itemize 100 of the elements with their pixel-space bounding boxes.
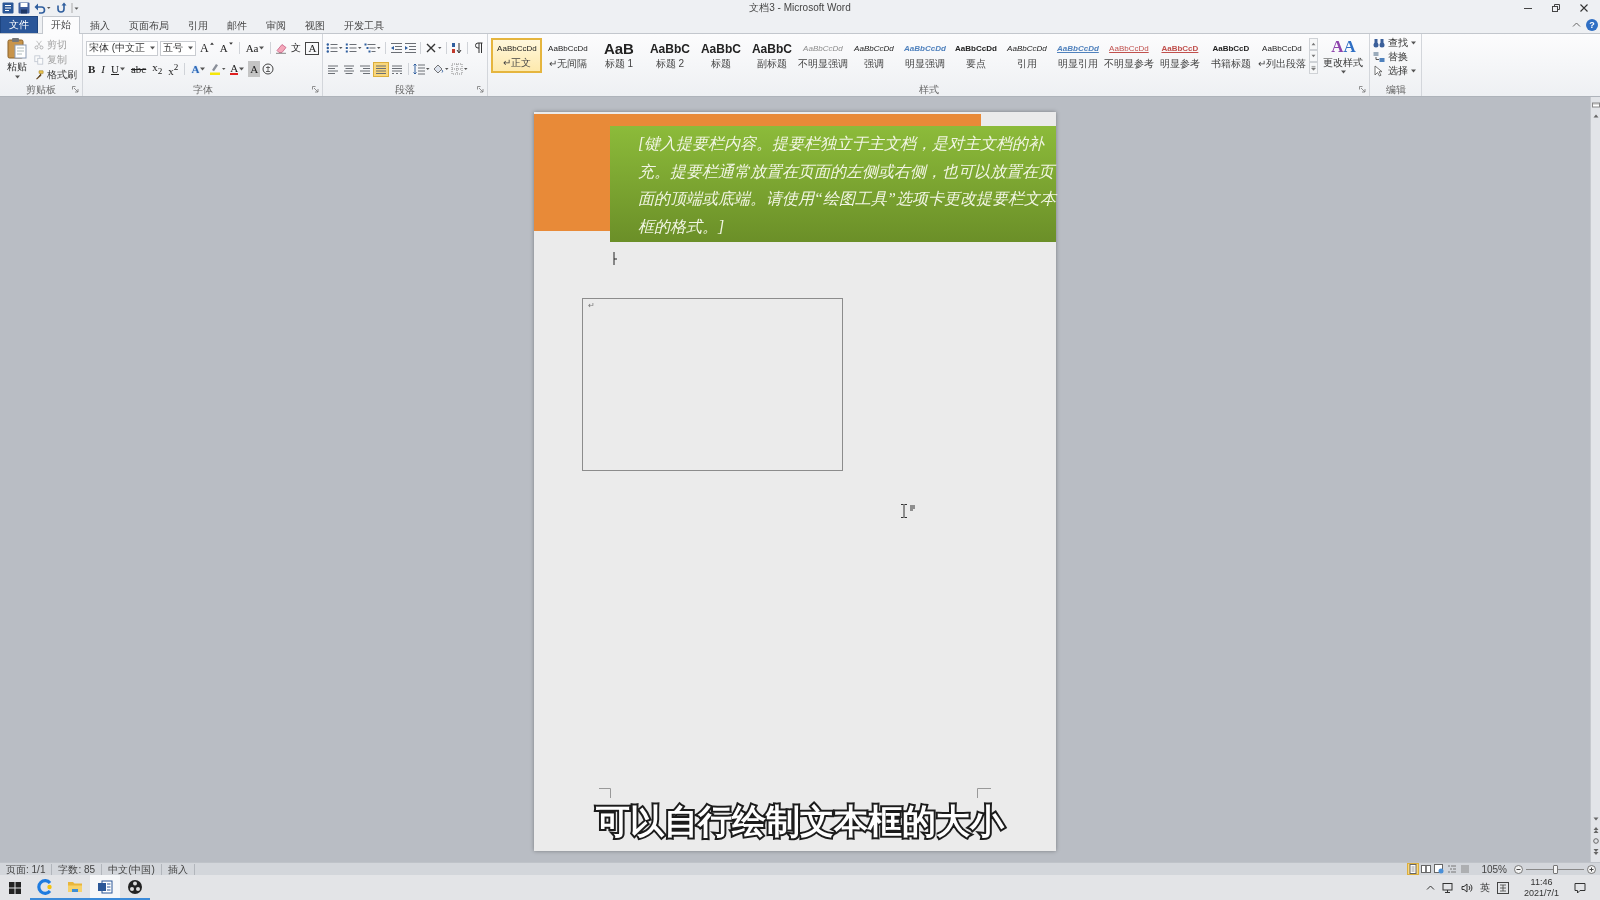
- line-spacing-icon[interactable]: [413, 63, 431, 75]
- file-tab[interactable]: 文件: [0, 16, 38, 33]
- scroll-up-icon[interactable]: [1309, 38, 1319, 50]
- vertical-scrollbar[interactable]: [1590, 97, 1600, 862]
- dialog-launcher-icon[interactable]: [72, 86, 79, 93]
- windows-start-icon[interactable]: [8, 880, 22, 895]
- replace-button[interactable]: 替换: [1373, 50, 1419, 64]
- underline-button[interactable]: U: [109, 61, 127, 77]
- dialog-launcher-icon[interactable]: [477, 86, 485, 93]
- customize-menu-icon[interactable]: [71, 2, 79, 14]
- font-name-field[interactable]: 宋体 (中文正: [86, 40, 158, 56]
- ribbon-tab[interactable]: 引用: [179, 17, 217, 33]
- highlighter-icon[interactable]: [209, 63, 227, 75]
- italic-button[interactable]: I: [99, 61, 107, 77]
- increase-indent-icon[interactable]: [404, 42, 417, 54]
- save-icon[interactable]: [18, 2, 30, 14]
- page-view-icon[interactable]: [1408, 864, 1419, 874]
- multilevel-list-icon[interactable]: [364, 42, 382, 54]
- align-right-icon[interactable]: [358, 62, 373, 76]
- ribbon-tab[interactable]: 审阅: [257, 17, 295, 33]
- subscript-button[interactable]: x$_{2}$: [150, 61, 165, 77]
- style-option[interactable]: AaBbCcDd 不明显参考: [1103, 38, 1155, 73]
- dialog-launcher-icon[interactable]: [312, 86, 320, 93]
- ribbon-tab[interactable]: 邮件: [218, 17, 256, 33]
- paint-bucket-icon[interactable]: [432, 63, 450, 75]
- chevron-up-icon[interactable]: [1425, 883, 1435, 892]
- paragraph-mark-icon[interactable]: [472, 42, 485, 54]
- change-styles-button[interactable]: AA 更改样式: [1320, 34, 1367, 83]
- ribbon-tab[interactable]: 开发工具: [335, 17, 393, 33]
- crossed-lines-icon[interactable]: [425, 42, 443, 54]
- align-left-icon[interactable]: [326, 62, 341, 76]
- ime-language[interactable]: 英: [1479, 880, 1490, 895]
- style-option[interactable]: AaBbCcDd 引用: [1001, 38, 1053, 73]
- style-option[interactable]: AaBbCcD 书籍标题: [1205, 38, 1257, 73]
- text-effects-button[interactable]: A: [189, 61, 208, 77]
- dialog-launcher-icon[interactable]: [1359, 86, 1367, 93]
- style-option[interactable]: AaBbC 标题: [695, 38, 747, 73]
- select-button[interactable]: 选择: [1373, 64, 1419, 78]
- zoom-out-icon[interactable]: [1514, 864, 1523, 874]
- insert-mode[interactable]: 插入: [161, 863, 195, 875]
- word-count[interactable]: 字数: 85: [52, 863, 103, 875]
- ribbon-tab[interactable]: 插入: [81, 17, 119, 33]
- style-option[interactable]: AaBbCcDd ↵无间隔: [542, 38, 594, 73]
- style-option[interactable]: AaBbCcDd ↵列出段落: [1256, 38, 1308, 73]
- language-indicator[interactable]: 中文(中国): [102, 863, 162, 875]
- previous-page-icon[interactable]: [1591, 826, 1600, 834]
- font-size-field[interactable]: 五号: [160, 40, 196, 56]
- style-option[interactable]: AaBbCcD 明显参考: [1154, 38, 1206, 73]
- shrink-font-button[interactable]: A: [217, 40, 235, 56]
- style-option[interactable]: AaBbC 副标题: [746, 38, 798, 73]
- more-styles-icon[interactable]: [1309, 62, 1319, 74]
- scroll-down-icon[interactable]: [1309, 50, 1319, 62]
- circled-character-icon[interactable]: [262, 63, 275, 75]
- decrease-indent-icon[interactable]: [390, 42, 403, 54]
- help-button[interactable]: ?: [1586, 18, 1598, 31]
- character-shading-button[interactable]: A: [248, 61, 261, 77]
- style-option[interactable]: AaB 标题 1: [593, 38, 645, 73]
- scroll-up-icon[interactable]: [1591, 112, 1600, 120]
- zoom-level[interactable]: 105%: [1481, 863, 1507, 875]
- ime-mode-icon[interactable]: [1496, 881, 1509, 894]
- style-option[interactable]: AaBbCcDd 明显引用: [1052, 38, 1104, 73]
- grow-font-button[interactable]: A: [198, 40, 216, 56]
- eraser-icon[interactable]: [275, 42, 288, 54]
- clock-time[interactable]: 11:46: [1530, 876, 1553, 888]
- distributed-icon[interactable]: [390, 62, 405, 76]
- text-box-frame[interactable]: ↵: [582, 298, 843, 471]
- phonetic-guide-button[interactable]: 文: [289, 40, 304, 56]
- ribbon-tab[interactable]: 视图: [296, 17, 334, 33]
- reading-view-icon[interactable]: [1421, 864, 1432, 874]
- style-option[interactable]: AaBbCcDd ↵正文: [491, 38, 543, 73]
- web-view-icon[interactable]: [1434, 864, 1445, 874]
- align-center-icon[interactable]: [342, 62, 357, 76]
- restore-icon[interactable]: [1551, 3, 1561, 13]
- numbered-list-icon[interactable]: [345, 42, 363, 54]
- volume-icon[interactable]: [1460, 881, 1473, 894]
- sort-icon[interactable]: [451, 42, 464, 54]
- next-page-icon[interactable]: [1591, 848, 1600, 856]
- bulleted-list-icon[interactable]: [326, 42, 344, 54]
- zoom-in-icon[interactable]: [1587, 864, 1596, 874]
- slider-thumb[interactable]: [1552, 864, 1558, 874]
- taskbar-button[interactable]: [90, 875, 120, 900]
- page-count[interactable]: 页面: 1/1: [0, 863, 53, 875]
- redo-icon[interactable]: [55, 2, 67, 14]
- superscript-button[interactable]: x$^{2}$: [166, 61, 181, 77]
- style-option[interactable]: AaBbCcDd 明显强调: [899, 38, 951, 73]
- font-color-button[interactable]: A: [228, 61, 247, 77]
- strikethrough-button[interactable]: abc: [128, 61, 149, 77]
- format-painter-button[interactable]: 格式刷: [34, 68, 79, 82]
- paste-button[interactable]: 粘贴: [3, 34, 31, 83]
- notification-icon[interactable]: [1574, 881, 1586, 894]
- ribbon-tab[interactable]: 页面布局: [120, 17, 178, 33]
- zoom-slider[interactable]: [1526, 864, 1584, 874]
- change-case-button[interactable]: Aa: [243, 40, 267, 56]
- ruler-toggle-icon[interactable]: [1591, 101, 1600, 109]
- ribbon-tab[interactable]: 开始: [42, 16, 80, 34]
- network-icon[interactable]: [1441, 881, 1454, 894]
- style-option[interactable]: AaBbCcDd 不明显强调: [797, 38, 849, 73]
- style-option[interactable]: AaBbCcDd 强调: [848, 38, 900, 73]
- clock-date[interactable]: 2021/7/1: [1523, 887, 1559, 899]
- find-button[interactable]: 查找: [1373, 36, 1419, 50]
